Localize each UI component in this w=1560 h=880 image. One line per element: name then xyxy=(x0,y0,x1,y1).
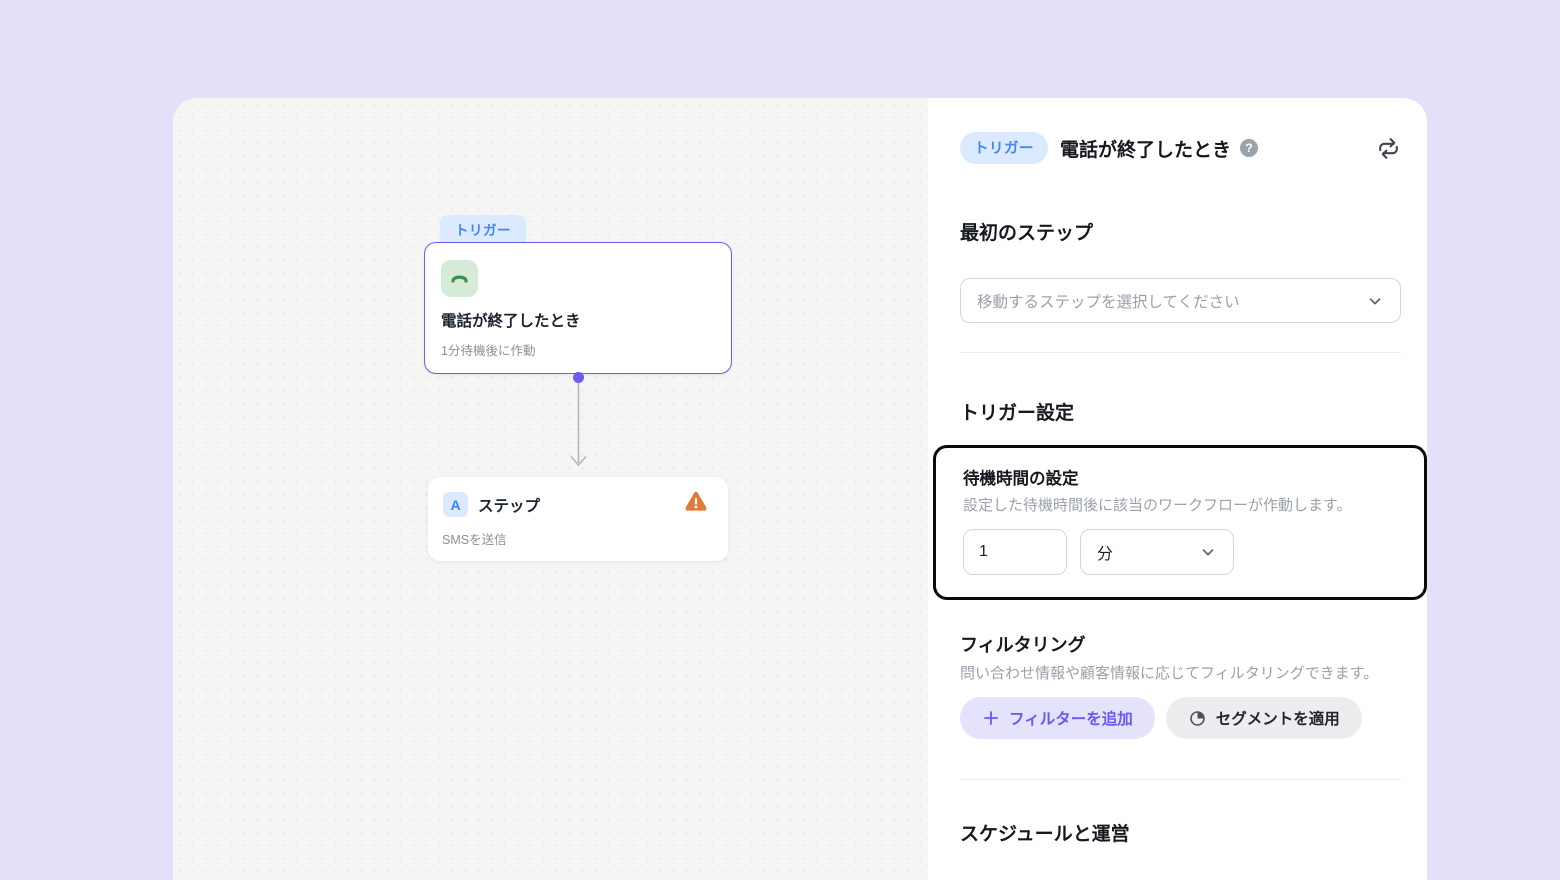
phone-hangup-icon xyxy=(441,260,478,297)
trigger-node[interactable]: 電話が終了したとき 1分待機後に作動 xyxy=(424,242,732,374)
wait-time-description: 設定した待機時間後に該当のワークフローが作動します。 xyxy=(963,497,1352,514)
step-node-title: ステップ xyxy=(478,498,541,515)
trigger-type-badge: トリガー xyxy=(960,132,1048,164)
flow-canvas[interactable]: トリガー 電話が終了したとき 1分待機後に作動 A ステップ SMSを送信 xyxy=(173,98,928,880)
add-filter-label: フィルターを追加 xyxy=(1009,711,1133,728)
add-filter-button[interactable]: フィルターを追加 xyxy=(960,697,1155,739)
step-node[interactable]: A ステップ SMSを送信 xyxy=(428,477,728,561)
workflow-editor-window: トリガー 電話が終了したとき 1分待機後に作動 A ステップ SMSを送信 トリ… xyxy=(173,98,1427,880)
trigger-node-title: 電話が終了したとき xyxy=(441,313,581,330)
panel-header: トリガー 電話が終了したとき ? xyxy=(960,132,1401,164)
settings-panel: トリガー 電話が終了したとき ? 最初のステップ 移動するステップを選択してくだ… xyxy=(928,98,1427,880)
first-step-select-placeholder: 移動するステップを選択してください xyxy=(977,293,1240,311)
wait-time-unit-value: 分 xyxy=(1097,546,1114,563)
first-step-select[interactable]: 移動するステップを選択してください xyxy=(960,278,1401,323)
connector-arrow xyxy=(570,383,587,466)
warning-triangle-icon xyxy=(683,489,709,520)
plus-icon xyxy=(982,709,1000,727)
wait-time-value-input[interactable] xyxy=(963,529,1067,575)
step-node-subtitle: SMSを送信 xyxy=(442,533,507,547)
schedule-heading: スケジュールと運営 xyxy=(960,824,1130,845)
trigger-settings-heading: トリガー設定 xyxy=(960,403,1075,424)
wait-time-highlight-box: 待機時間の設定 設定した待機時間後に該当のワークフローが作動します。 分 xyxy=(933,445,1427,600)
help-question-icon[interactable]: ? xyxy=(1240,139,1259,157)
chevron-down-icon xyxy=(1199,543,1217,561)
pie-chart-icon xyxy=(1188,709,1207,728)
filtering-description: 問い合わせ情報や顧客情報に応じてフィルタリングできます。 xyxy=(960,665,1379,682)
chevron-down-icon xyxy=(1366,292,1384,310)
filtering-heading: フィルタリング xyxy=(960,635,1086,655)
trigger-node-subtitle: 1分待機後に作動 xyxy=(441,344,536,358)
apply-segment-button[interactable]: セグメントを適用 xyxy=(1165,697,1362,739)
filtering-buttons: フィルターを追加 セグメントを適用 xyxy=(960,697,1401,739)
repeat-icon[interactable] xyxy=(1376,136,1401,161)
wait-time-heading: 待機時間の設定 xyxy=(963,470,1079,488)
wait-time-unit-select[interactable]: 分 xyxy=(1080,529,1234,575)
section-divider xyxy=(960,779,1401,780)
first-step-heading: 最初のステップ xyxy=(960,223,1094,244)
apply-segment-label: セグメントを適用 xyxy=(1215,711,1340,728)
wait-time-controls: 分 xyxy=(963,529,1398,575)
step-letter-icon: A xyxy=(443,492,468,517)
section-divider xyxy=(960,352,1401,353)
panel-title: 電話が終了したとき xyxy=(1060,139,1232,161)
trigger-node-badge: トリガー xyxy=(440,215,526,242)
